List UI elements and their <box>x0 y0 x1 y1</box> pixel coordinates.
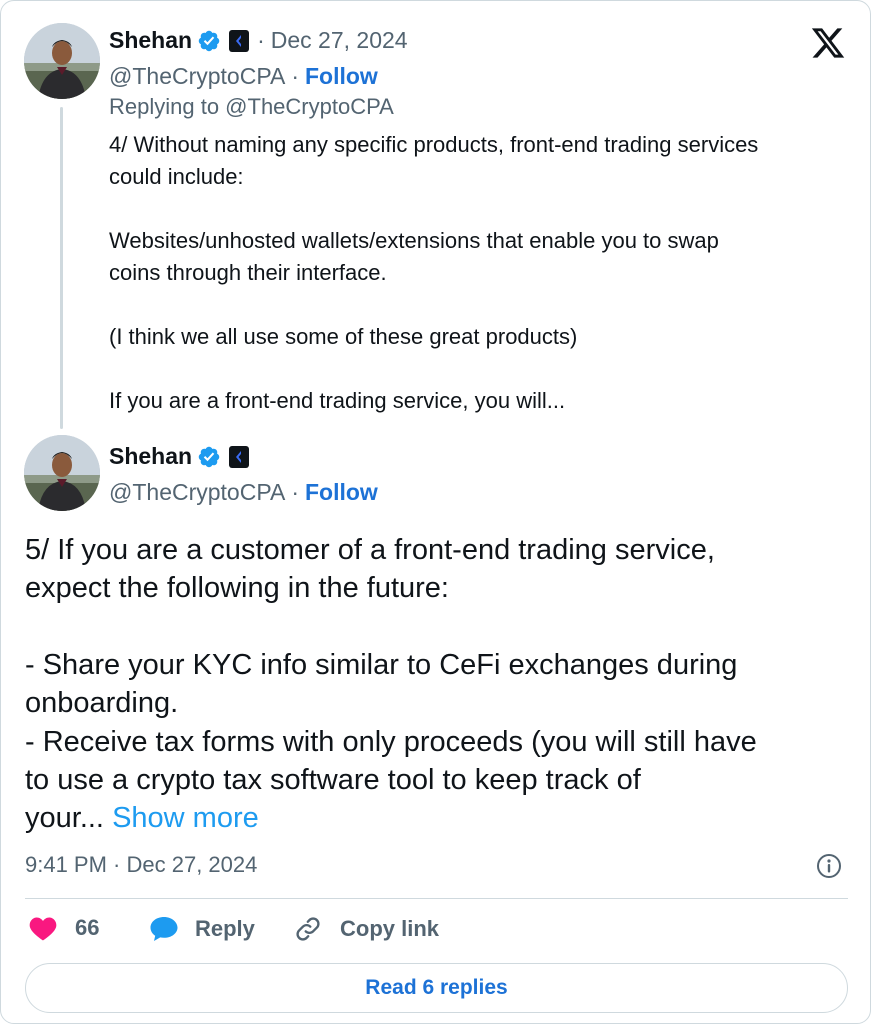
reply-button[interactable]: Reply <box>149 915 255 943</box>
author-handle[interactable]: @TheCryptoCPA <box>109 479 285 506</box>
reply-label: Reply <box>195 916 255 941</box>
author-handle[interactable]: @TheCryptoCPA <box>109 63 285 90</box>
tweet-text-line: could include: <box>109 164 244 189</box>
tweet-date[interactable]: Dec 27, 2024 <box>271 27 408 54</box>
like-button[interactable]: 66 <box>29 915 99 941</box>
handle-separator: · <box>291 479 299 505</box>
author-name[interactable]: Shehan <box>109 443 192 470</box>
link-icon <box>294 915 322 943</box>
meta-separator: · <box>257 27 265 53</box>
info-icon[interactable] <box>816 853 842 879</box>
tweet-text-line: your... <box>25 802 104 834</box>
like-count: 66 <box>75 915 100 940</box>
tweet-text-line: Websites/unhosted wallets/extensions tha… <box>109 228 719 253</box>
avatar[interactable] <box>24 23 100 99</box>
tweet-text-line: - Receive tax forms with only proceeds (… <box>25 726 757 758</box>
tweet-text-line: 4/ Without naming any specific products,… <box>109 132 759 157</box>
divider <box>25 898 848 899</box>
author-name[interactable]: Shehan <box>109 27 192 54</box>
tweet-text-line: onboarding. <box>25 687 179 719</box>
tweet-text-line: to use a crypto tax software tool to kee… <box>25 764 641 796</box>
show-more-link[interactable]: Show more <box>112 802 259 834</box>
tweet-text-line: If you are a front-end trading service, … <box>109 388 566 413</box>
tweet-text-line: (I think we all use some of these great … <box>109 324 578 349</box>
copy-link-label: Copy link <box>340 916 440 941</box>
embedded-tweet-card: Shehan · Dec 27, 2024 @TheCryptoCPA · Fo… <box>0 0 871 1024</box>
follow-button[interactable]: Follow <box>305 63 378 90</box>
heart-icon <box>29 915 57 941</box>
tweet-text-line: coins through their interface. <box>109 260 387 285</box>
replying-to-label[interactable]: Replying to @TheCryptoCPA <box>109 94 394 120</box>
tweet-timestamp[interactable]: 9:41 PM · Dec 27, 2024 <box>25 852 257 878</box>
x-logo-icon[interactable] <box>809 25 847 61</box>
tweet-text-line: 5/ If you are a customer of a front-end … <box>25 534 715 566</box>
affiliate-badge-icon[interactable] <box>229 445 250 468</box>
tweet-text-line: expect the following in the future: <box>25 572 449 604</box>
thread-connector-line <box>60 107 63 429</box>
copy-link-button[interactable]: Copy link <box>294 915 439 943</box>
verified-badge-icon <box>197 445 221 469</box>
handle-separator: · <box>291 63 299 89</box>
verified-badge-icon <box>197 29 221 53</box>
avatar[interactable] <box>24 435 100 511</box>
tweet-text-line: - Share your KYC info similar to CeFi ex… <box>25 649 738 681</box>
speech-bubble-icon <box>149 915 179 943</box>
read-replies-button[interactable]: Read 6 replies <box>25 963 848 1013</box>
affiliate-badge-icon[interactable] <box>229 29 250 52</box>
follow-button[interactable]: Follow <box>305 479 378 506</box>
